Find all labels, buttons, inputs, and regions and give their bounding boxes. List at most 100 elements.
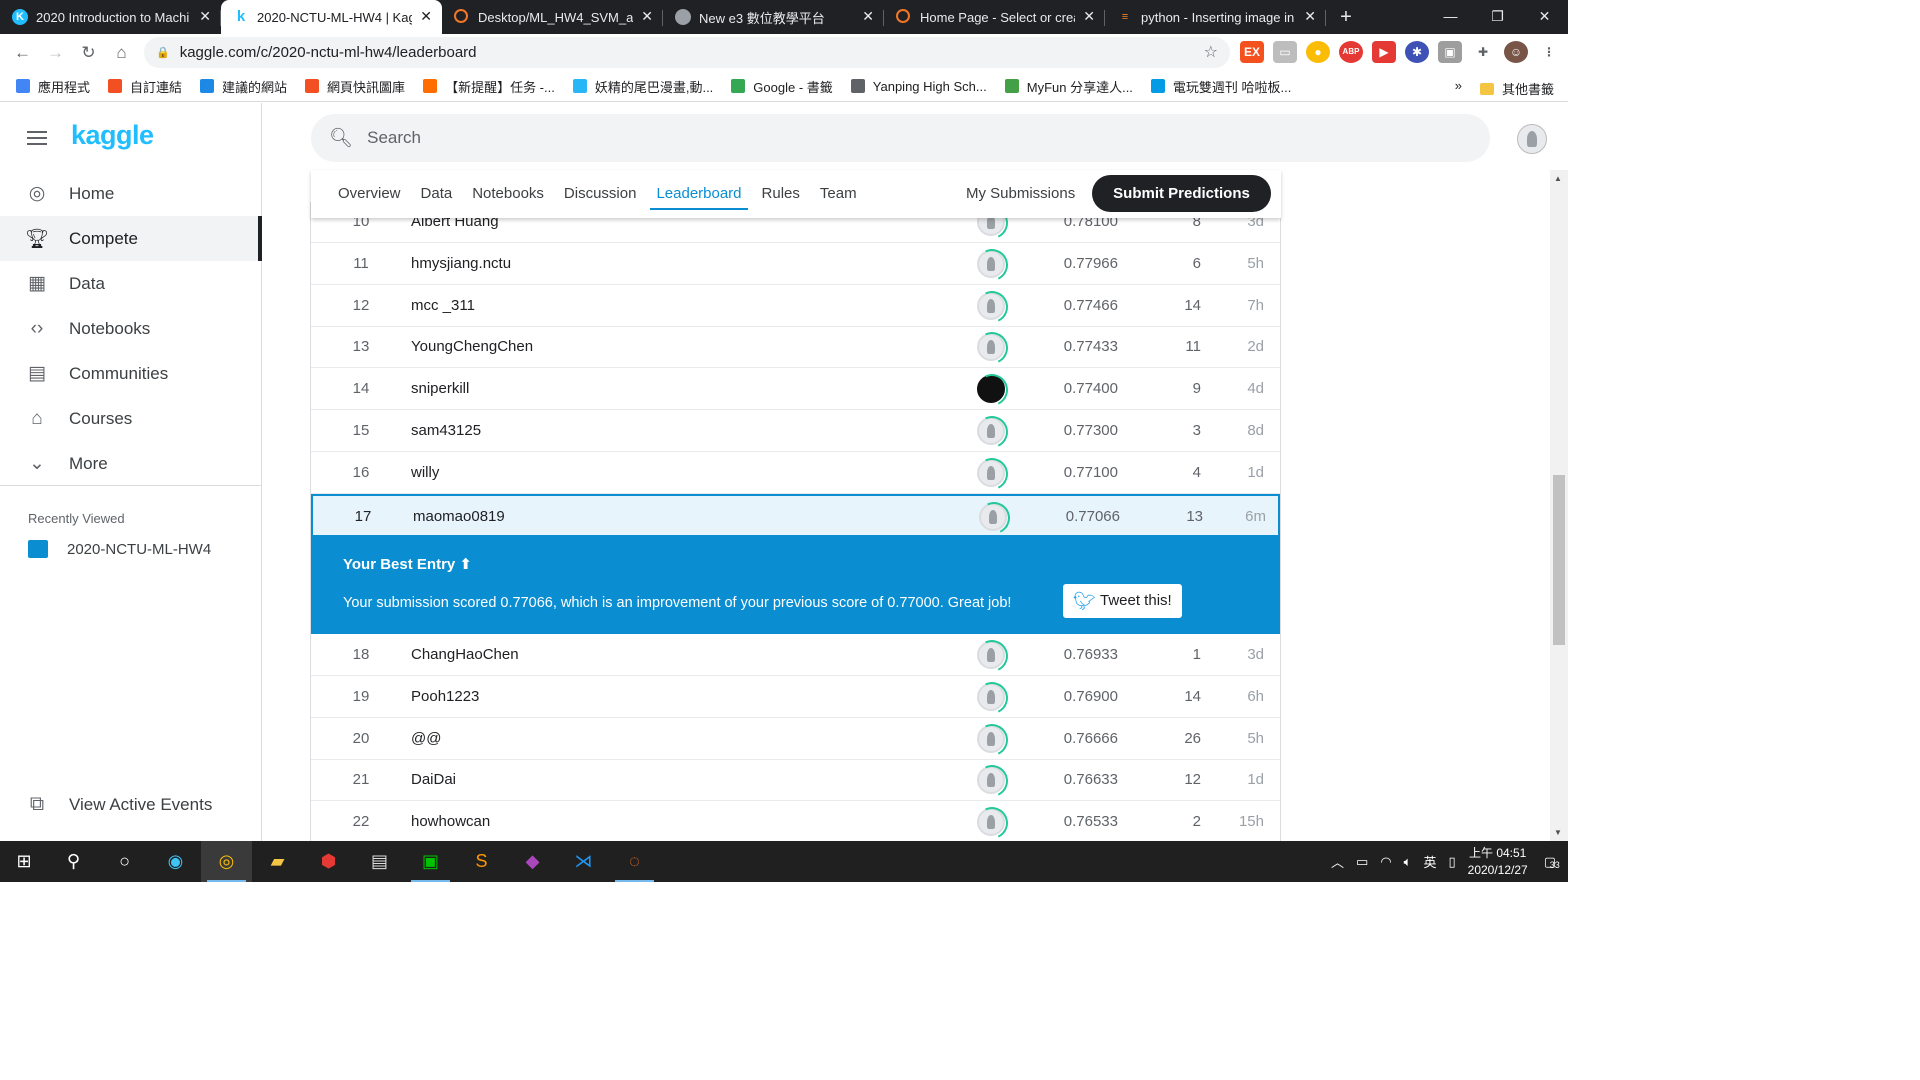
bookmark-item[interactable]: 網頁快訊圖庫 [305, 77, 405, 96]
table-row[interactable]: 12 mcc _311 0.77466 14 7h [311, 285, 1280, 327]
back-icon[interactable]: ← [6, 43, 39, 63]
close-tab-icon[interactable]: ✕ [1304, 8, 1316, 25]
profile-avatar[interactable]: ☺ [1504, 41, 1528, 63]
bookmark-item[interactable]: 自訂連結 [108, 77, 182, 96]
close-window-icon[interactable]: ✕ [1521, 0, 1568, 34]
close-tab-icon[interactable]: ✕ [1083, 8, 1095, 25]
team-member-avatar[interactable] [977, 250, 1005, 278]
browser-tab[interactable]: k 2020-NCTU-ML-HW4 | Kag ✕ [221, 0, 442, 34]
team-member-avatar[interactable] [977, 641, 1005, 669]
my-submissions-link[interactable]: My Submissions [966, 170, 1075, 218]
table-row[interactable]: 20 @@ 0.76666 26 5h [311, 718, 1280, 760]
address-bar[interactable]: 🔒 kaggle.com/c/2020-nctu-ml-hw4/leaderbo… [144, 37, 1230, 68]
sidebar-item-more[interactable]: ⌄ More [0, 441, 262, 486]
store-icon[interactable]: ▤ [354, 841, 405, 882]
reload-icon[interactable]: ↻ [72, 43, 105, 63]
tab-leaderboard[interactable]: Leaderboard [646, 170, 751, 218]
close-tab-icon[interactable]: ✕ [641, 8, 653, 25]
team-member-avatar[interactable] [977, 292, 1005, 320]
edge-icon[interactable]: ◉ [150, 841, 201, 882]
cast-icon[interactable]: ▣ [1438, 41, 1462, 63]
bookmark-item[interactable]: 建議的網站 [200, 77, 287, 96]
keyboard-icon[interactable]: ▯ [1448, 854, 1455, 870]
ime-indicator[interactable]: 英 [1423, 852, 1436, 871]
battery-icon[interactable]: ▭ [1356, 854, 1368, 870]
file-explorer-icon[interactable]: ▰ [252, 841, 303, 882]
menu-kebab-icon[interactable]: ⋮ [1537, 41, 1561, 63]
team-name-cell[interactable]: mcc _311 [411, 297, 475, 314]
table-row[interactable]: 22 howhowcan 0.76533 2 15h [311, 801, 1280, 841]
close-tab-icon[interactable]: ✕ [199, 8, 211, 25]
bookmark-item[interactable]: Google - 書籤 [731, 77, 833, 96]
bookmark-item[interactable]: 應用程式 [16, 77, 90, 96]
table-row[interactable]: 21 DaiDai 0.76633 12 1d [311, 759, 1280, 801]
sidebar-item-notebooks[interactable]: ‹› Notebooks [0, 306, 262, 351]
team-name-cell[interactable]: sniperkill [411, 380, 469, 397]
clock[interactable]: 上午 04:51 2020/12/27 [1468, 845, 1528, 879]
bookmark-star-icon[interactable]: ☆ [1204, 42, 1218, 62]
bookmark-item[interactable]: 妖精的尾巴漫畫,動... [572, 77, 713, 96]
browser-tab[interactable]: New e3 數位教學平台 ✕ [663, 0, 884, 34]
team-member-avatar[interactable] [977, 808, 1005, 836]
team-name-cell[interactable]: willy [411, 464, 439, 481]
puzzle-icon[interactable]: ✚ [1471, 41, 1495, 63]
team-name-cell[interactable]: ChangHaoChen [411, 646, 519, 663]
team-member-avatar[interactable] [977, 375, 1005, 403]
team-member-avatar[interactable] [977, 417, 1005, 445]
team-name-cell[interactable]: YoungChengChen [411, 338, 533, 355]
my-leaderboard-row[interactable]: 17 maomao0819 0.77066 13 6m [311, 494, 1280, 537]
team-name-cell[interactable]: maomao0819 [413, 508, 505, 525]
close-tab-icon[interactable]: ✕ [420, 8, 432, 25]
volume-icon[interactable]: 🔈︎ [1404, 854, 1412, 870]
close-tab-icon[interactable]: ✕ [862, 8, 874, 25]
team-member-avatar[interactable] [977, 459, 1005, 487]
submit-predictions-button[interactable]: Submit Predictions [1092, 175, 1271, 212]
bookmark-item[interactable]: MyFun 分享達人... [1004, 77, 1133, 96]
browser-tab[interactable]: ≡ python - Inserting image in ✕ [1105, 0, 1326, 34]
youtube-extension-icon[interactable]: ▶ [1372, 41, 1396, 63]
extension-icon[interactable]: EX [1240, 41, 1264, 63]
tab-rules[interactable]: Rules [752, 170, 810, 218]
scroll-down-icon[interactable]: ▼ [1554, 828, 1562, 837]
team-name-cell[interactable]: hmysjiang.nctu [411, 255, 511, 272]
tweet-button[interactable]: 🐦︎ Tweet this! [1063, 584, 1182, 618]
tab-data[interactable]: Data [411, 170, 463, 218]
team-member-avatar[interactable] [977, 725, 1005, 753]
adblock-icon[interactable]: ABP [1339, 41, 1363, 63]
team-member-avatar[interactable] [977, 766, 1005, 794]
jupyter-icon[interactable]: ◌ [609, 841, 660, 882]
team-name-cell[interactable]: @@ [411, 730, 441, 747]
table-row[interactable]: 15 sam43125 0.77300 3 8d [311, 410, 1280, 452]
scrollbar-thumb[interactable] [1553, 475, 1565, 645]
table-row[interactable]: 11 hmysjiang.nctu 0.77966 6 5h [311, 243, 1280, 285]
chrome-icon[interactable]: ◎ [201, 841, 252, 882]
wifi-icon[interactable]: ◠ [1380, 854, 1391, 870]
table-row[interactable]: 19 Pooh1223 0.76900 14 6h [311, 676, 1280, 718]
table-row[interactable]: 14 sniperkill 0.77400 9 4d [311, 368, 1280, 410]
taskbar-search-icon[interactable]: ⚲ [48, 841, 99, 882]
team-name-cell[interactable]: sam43125 [411, 422, 481, 439]
sidebar-item-communities[interactable]: ▤ Communities [0, 351, 262, 396]
browser-tab[interactable]: Home Page - Select or crea ✕ [884, 0, 1105, 34]
tray-chevron-icon[interactable]: ︿ [1331, 852, 1344, 871]
other-bookmarks[interactable]: 其他書籤 [1479, 79, 1554, 98]
table-row[interactable]: 16 willy 0.77100 4 1d [311, 452, 1280, 494]
vscode-icon[interactable]: ⋊ [558, 841, 609, 882]
bookmark-item[interactable]: 電玩雙週刊 哈啦板... [1150, 77, 1291, 96]
tab-team[interactable]: Team [810, 170, 867, 218]
new-tab-button[interactable]: + [1326, 0, 1366, 34]
team-name-cell[interactable]: DaiDai [411, 771, 456, 788]
browser-tab[interactable]: K 2020 Introduction to Machi ✕ [0, 0, 221, 34]
view-active-events-link[interactable]: ⧉ View Active Events [24, 793, 212, 816]
team-member-avatar[interactable] [979, 503, 1007, 531]
sidebar-item-home[interactable]: ◎ Home [0, 171, 262, 216]
bookmark-item[interactable]: Yanping High Sch... [850, 77, 987, 96]
team-name-cell[interactable]: howhowcan [411, 813, 490, 830]
minimize-icon[interactable]: — [1427, 0, 1474, 34]
sidebar-item-compete[interactable]: 🏆︎ Compete [0, 216, 262, 261]
team-member-avatar[interactable] [977, 333, 1005, 361]
kaggle-logo[interactable]: kaggle [71, 120, 154, 151]
table-row[interactable]: 18 ChangHaoChen 0.76933 1 3d [311, 634, 1280, 676]
forward-icon[interactable]: → [39, 43, 72, 63]
user-avatar[interactable] [1517, 124, 1547, 154]
